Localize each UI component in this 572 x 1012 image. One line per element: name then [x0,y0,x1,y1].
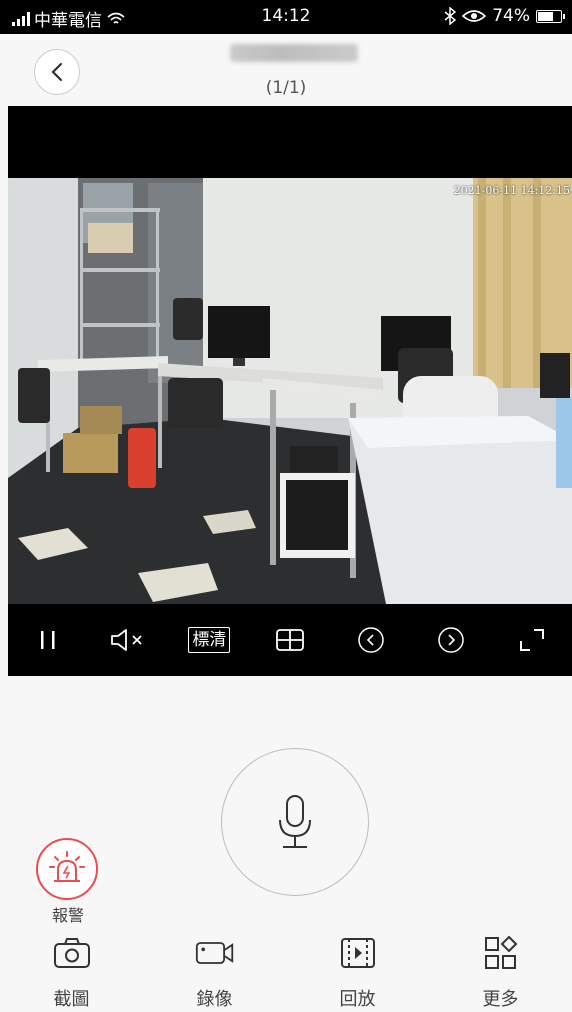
page-indicator: (1/1) [265,78,307,98]
grid-icon [276,629,304,651]
device-name-blurred [230,44,358,62]
camera-feed-image [8,178,572,604]
pause-icon [41,631,55,649]
next-channel-button[interactable] [429,618,473,662]
bluetooth-icon [444,7,457,25]
screenshot-button[interactable]: 截圖 [0,925,143,1012]
eye-icon [462,10,487,22]
quality-label: 標清 [188,627,231,653]
more-label: 更多 [482,989,519,1010]
screenshot-label: 截圖 [53,989,90,1010]
battery-fill [538,11,553,21]
siren-icon [49,851,85,882]
status-bar: 中華電信 14:12 74% [0,0,572,34]
camera-icon [52,933,92,973]
record-button[interactable]: 錄像 [143,925,286,1012]
fullscreen-button[interactable] [510,618,554,662]
pause-button[interactable] [26,618,70,662]
alarm-circle [36,838,98,900]
mute-button[interactable] [107,618,151,662]
header: (1/1) [0,34,572,106]
alarm-button[interactable]: 報警 [36,838,100,926]
chevron-left-circle-icon [357,627,384,653]
talk-button[interactable] [221,748,369,896]
more-apps-icon [481,933,521,973]
microphone-icon [279,795,311,848]
video-camera-icon [195,933,235,973]
playback-label: 回放 [339,989,376,1010]
layout-button[interactable] [268,618,312,662]
alarm-label: 報警 [51,906,84,925]
playback-button[interactable]: 回放 [286,925,429,1012]
osd-timestamp: 2021-06-11 14:12:15 [453,184,570,197]
record-label: 錄像 [196,989,233,1010]
fullscreen-icon [519,629,544,651]
chevron-right-circle-icon [438,627,464,653]
battery-percent: 74% [492,6,530,26]
live-video-player[interactable]: 2021-06-11 14:12:15 標清 [8,106,572,676]
playback-icon [338,933,378,973]
status-right: 74% [444,6,565,26]
battery-icon [536,9,565,23]
previous-channel-button[interactable] [349,618,393,662]
more-button[interactable]: 更多 [429,925,572,1012]
quality-button[interactable]: 標清 [187,618,231,662]
player-controls: 標清 [8,604,572,676]
bottom-toolbar: 截圖 錄像 回放 更多 [0,925,572,1012]
camera-feed[interactable]: 2021-06-11 14:12:15 [8,178,572,604]
speaker-muted-icon [110,629,142,651]
